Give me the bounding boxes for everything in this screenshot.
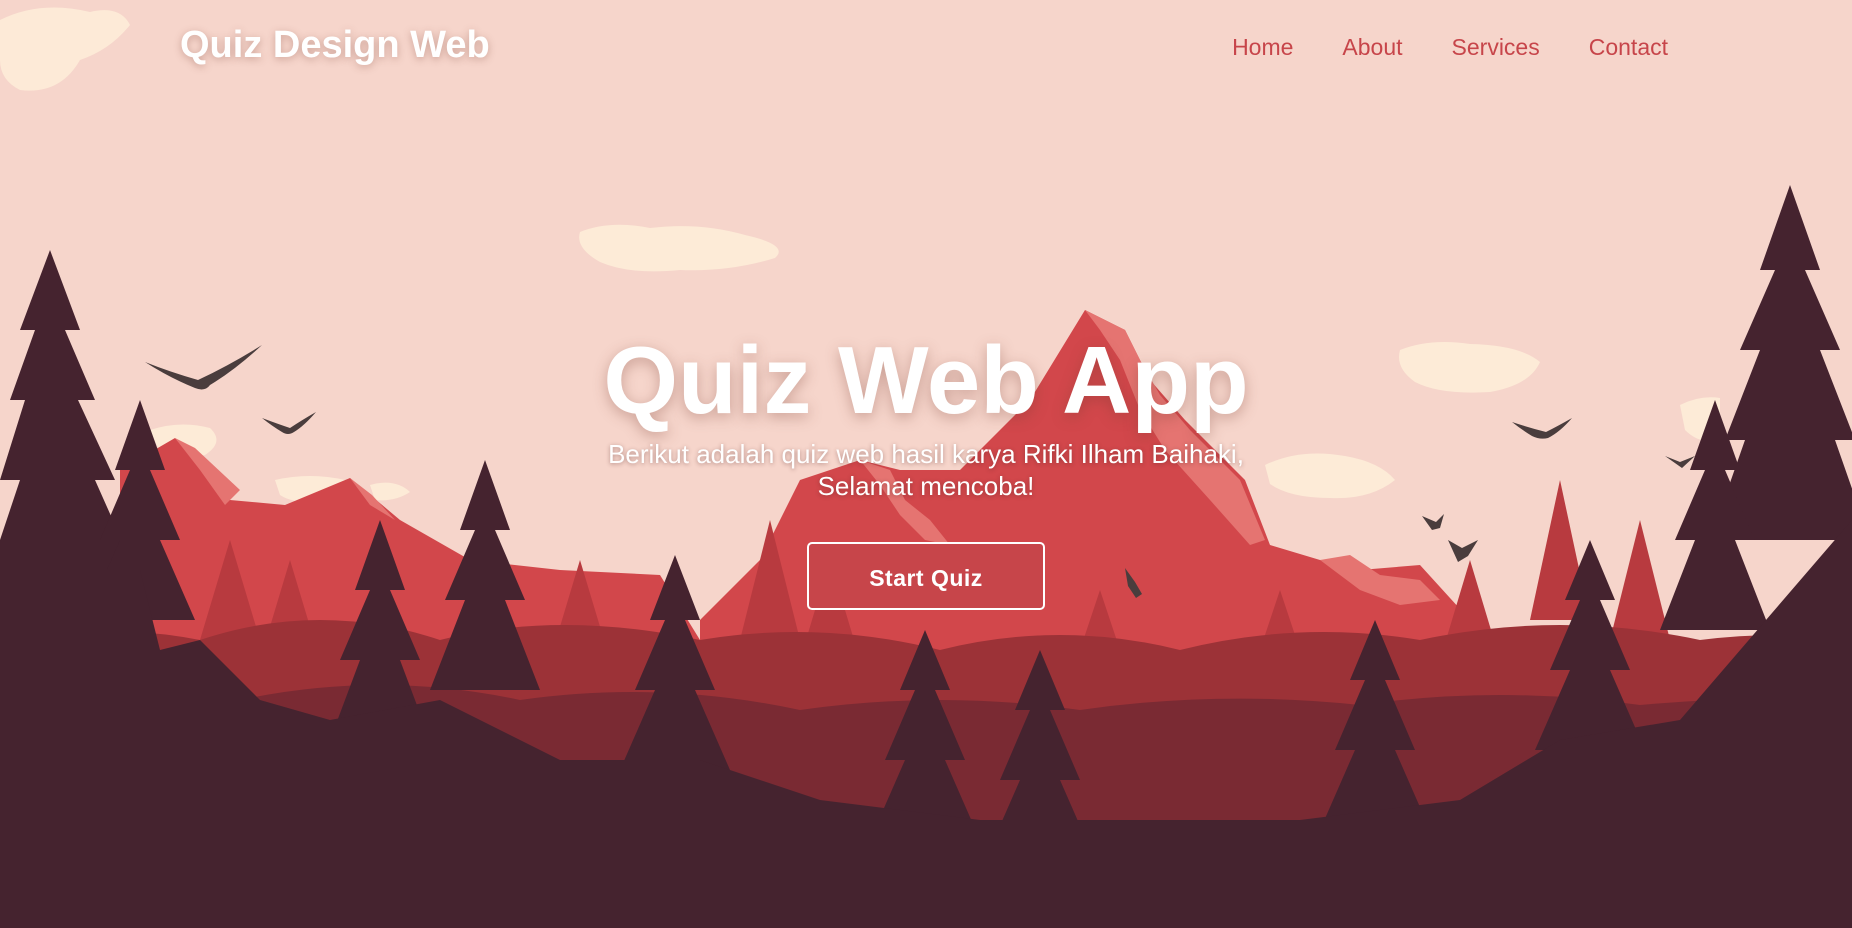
main-nav: Home About Services Contact: [1232, 34, 1668, 61]
brand-logo[interactable]: Quiz Design Web: [180, 24, 490, 67]
nav-link-services[interactable]: Services: [1452, 34, 1540, 61]
hero-title: Quiz Web App: [603, 327, 1249, 434]
nav-link-home[interactable]: Home: [1232, 34, 1293, 61]
landing-page: Quiz Design Web Home About Services Cont…: [0, 0, 1852, 928]
site-header: Quiz Design Web Home About Services Cont…: [0, 0, 1852, 100]
nav-link-contact[interactable]: Contact: [1589, 34, 1668, 61]
nav-link-about[interactable]: About: [1342, 34, 1402, 61]
start-quiz-button[interactable]: Start Quiz: [807, 542, 1045, 610]
hero-subtitle: Berikut adalah quiz web hasil karya Rifk…: [608, 439, 1244, 501]
hero-section: Quiz Web App Berikut adalah quiz web has…: [0, 326, 1852, 610]
